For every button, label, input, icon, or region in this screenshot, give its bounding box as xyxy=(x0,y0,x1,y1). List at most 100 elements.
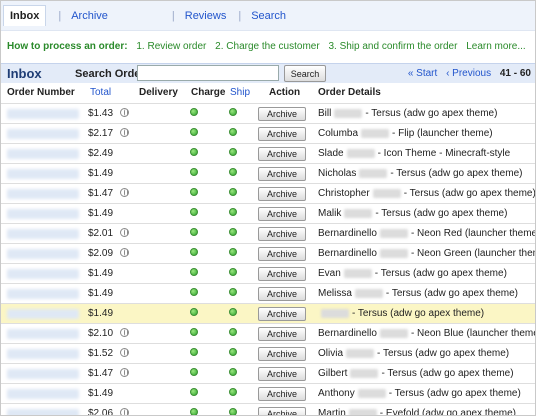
order-details[interactable]: Bernardinello - Neon Red (launcher theme) xyxy=(318,228,535,239)
table-row[interactable]: $1.47 Archive Christopher - Tersus (adw go … xyxy=(1,183,535,203)
archive-button[interactable]: Archive xyxy=(258,347,306,361)
col-total-sort-link[interactable]: Total xyxy=(90,87,111,98)
order-number-redacted[interactable] xyxy=(7,209,79,219)
order-details[interactable]: Anthony - Tersus (adw go apex theme) xyxy=(318,388,521,399)
customer-first-name: Gilbert xyxy=(318,368,348,379)
pager-range: 41 - 60 xyxy=(499,68,531,79)
order-details[interactable]: Nicholas - Tersus (adw go apex theme) xyxy=(318,168,522,179)
table-row[interactable]: $1.49 Archive Melissa - Tersus (adw go apex… xyxy=(1,283,535,303)
archive-button[interactable]: Archive xyxy=(258,407,306,415)
tab-reviews[interactable]: Reviews xyxy=(185,10,227,22)
order-number-redacted[interactable] xyxy=(7,329,79,339)
table-row[interactable]: $1.49 Archive Nicholas - Tersus (adw go ape… xyxy=(1,163,535,183)
order-details[interactable]: Olivia - Tersus (adw go apex theme) xyxy=(318,348,509,359)
order-number-redacted[interactable] xyxy=(7,409,79,415)
customer-first-name: Bernardinello xyxy=(318,328,377,339)
table-row[interactable]: $1.49 Archive Malik - Tersus (adw go apex t… xyxy=(1,203,535,223)
charged-status-icon xyxy=(190,288,198,296)
search-button[interactable]: Search xyxy=(284,65,326,82)
pager-start-link[interactable]: « Start xyxy=(408,68,437,79)
table-row[interactable]: $2.17 Archive Columba - Flip (launcher them… xyxy=(1,123,535,143)
table-row[interactable]: $2.06 Archive Martin - Eyefold (adw go apex… xyxy=(1,403,535,415)
learn-more-link[interactable]: Learn more... xyxy=(466,41,525,52)
order-number-redacted[interactable] xyxy=(7,169,79,179)
order-details[interactable]: Bernardinello - Neon Green (launcher them… xyxy=(318,248,535,259)
customer-surname-redacted xyxy=(321,308,349,318)
tab-search[interactable]: Search xyxy=(251,10,286,22)
archive-button[interactable]: Archive xyxy=(258,367,306,381)
table-row[interactable]: $1.43 Archive Bill - Tersus (adw go apex th… xyxy=(1,103,535,123)
order-details[interactable]: Columba - Flip (launcher theme) xyxy=(318,128,493,139)
order-details[interactable]: Bernardinello - Neon Blue (launcher theme… xyxy=(318,328,535,339)
order-total: $2.17 xyxy=(88,128,114,139)
customer-first-name: Bernardinello xyxy=(318,248,377,259)
archive-button[interactable]: Archive xyxy=(258,287,306,301)
order-details[interactable]: Melissa - Tersus (adw go apex theme) xyxy=(318,288,518,299)
charged-status-icon xyxy=(190,108,198,116)
order-details[interactable]: - Tersus (adw go apex theme) xyxy=(318,308,484,319)
order-details[interactable]: Gilbert - Tersus (adw go apex theme) xyxy=(318,368,514,379)
order-number-redacted[interactable] xyxy=(7,149,79,159)
order-number-redacted[interactable] xyxy=(7,249,79,259)
archive-button[interactable]: Archive xyxy=(258,267,306,281)
customer-first-name: Malik xyxy=(318,208,342,219)
order-total: $1.47 xyxy=(88,188,114,199)
order-number-redacted[interactable] xyxy=(7,349,79,359)
pager-previous-link[interactable]: ‹ Previous xyxy=(446,68,491,79)
order-number-redacted[interactable] xyxy=(7,269,79,279)
tab-inbox[interactable]: Inbox xyxy=(3,5,47,26)
table-row[interactable]: $2.49 Archive Slade - Icon Theme - Minecraf… xyxy=(1,143,535,163)
charged-status-icon xyxy=(190,208,198,216)
charged-status-icon xyxy=(190,368,198,376)
archive-button[interactable]: Archive xyxy=(258,227,306,241)
search-orders-input[interactable] xyxy=(137,65,279,81)
order-number-redacted[interactable] xyxy=(7,109,79,119)
table-row[interactable]: $1.49 Archive - Tersus (adw go apex theme) xyxy=(1,303,535,323)
col-ship-sort-link[interactable]: Ship xyxy=(230,87,250,98)
table-row[interactable]: $2.10 Archive Bernardinello - Neon Blue (la… xyxy=(1,323,535,343)
archive-button[interactable]: Archive xyxy=(258,147,306,161)
order-number-redacted[interactable] xyxy=(7,389,79,399)
order-total: $2.01 xyxy=(88,228,114,239)
table-row[interactable]: $2.09 Archive Bernardinello - Neon Green (l… xyxy=(1,243,535,263)
order-total: $1.49 xyxy=(88,308,114,319)
order-details[interactable]: Martin - Eyefold (adw go apex theme) xyxy=(318,408,516,415)
table-row[interactable]: $1.47 Archive Gilbert - Tersus (adw go apex… xyxy=(1,363,535,383)
archive-button[interactable]: Archive xyxy=(258,387,306,401)
step-ship-link[interactable]: 3. Ship and confirm the order xyxy=(328,41,457,52)
charged-status-icon xyxy=(190,408,198,415)
table-row[interactable]: $1.52 Archive Olivia - Tersus (adw go apex … xyxy=(1,343,535,363)
order-number-redacted[interactable] xyxy=(7,309,79,319)
order-number-redacted[interactable] xyxy=(7,369,79,379)
order-number-redacted[interactable] xyxy=(7,129,79,139)
shipped-status-icon xyxy=(229,288,237,296)
order-details[interactable]: Slade - Icon Theme - Minecraft-style xyxy=(318,148,510,159)
order-details[interactable]: Malik - Tersus (adw go apex theme) xyxy=(318,208,507,219)
archive-button[interactable]: Archive xyxy=(258,127,306,141)
archive-button[interactable]: Archive xyxy=(258,167,306,181)
order-details[interactable]: Christopher - Tersus (adw go apex theme) xyxy=(318,188,535,199)
item-description: - Tersus (adw go apex theme) xyxy=(381,368,514,379)
order-number-redacted[interactable] xyxy=(7,289,79,299)
archive-button[interactable]: Archive xyxy=(258,107,306,121)
tab-archive[interactable]: Archive xyxy=(71,10,108,22)
order-number-redacted[interactable] xyxy=(7,229,79,239)
archive-button[interactable]: Archive xyxy=(258,327,306,341)
table-row[interactable]: $1.49 Archive Evan - Tersus (adw go apex th… xyxy=(1,263,535,283)
digital-delivery-icon xyxy=(120,368,129,377)
order-details[interactable]: Evan - Tersus (adw go apex theme) xyxy=(318,268,507,279)
table-row[interactable]: $1.49 Archive Anthony - Tersus (adw go apex… xyxy=(1,383,535,403)
shipped-status-icon xyxy=(229,328,237,336)
step-charge-link[interactable]: 2. Charge the customer xyxy=(215,41,320,52)
customer-first-name: Evan xyxy=(318,268,341,279)
archive-button[interactable]: Archive xyxy=(258,307,306,321)
step-review-link[interactable]: 1. Review order xyxy=(136,41,206,52)
customer-first-name: Nicholas xyxy=(318,168,357,179)
customer-first-name: Anthony xyxy=(318,388,355,399)
archive-button[interactable]: Archive xyxy=(258,187,306,201)
table-row[interactable]: $2.01 Archive Bernardinello - Neon Red (lau… xyxy=(1,223,535,243)
archive-button[interactable]: Archive xyxy=(258,207,306,221)
archive-button[interactable]: Archive xyxy=(258,247,306,261)
order-details[interactable]: Bill - Tersus (adw go apex theme) xyxy=(318,108,497,119)
order-number-redacted[interactable] xyxy=(7,189,79,199)
